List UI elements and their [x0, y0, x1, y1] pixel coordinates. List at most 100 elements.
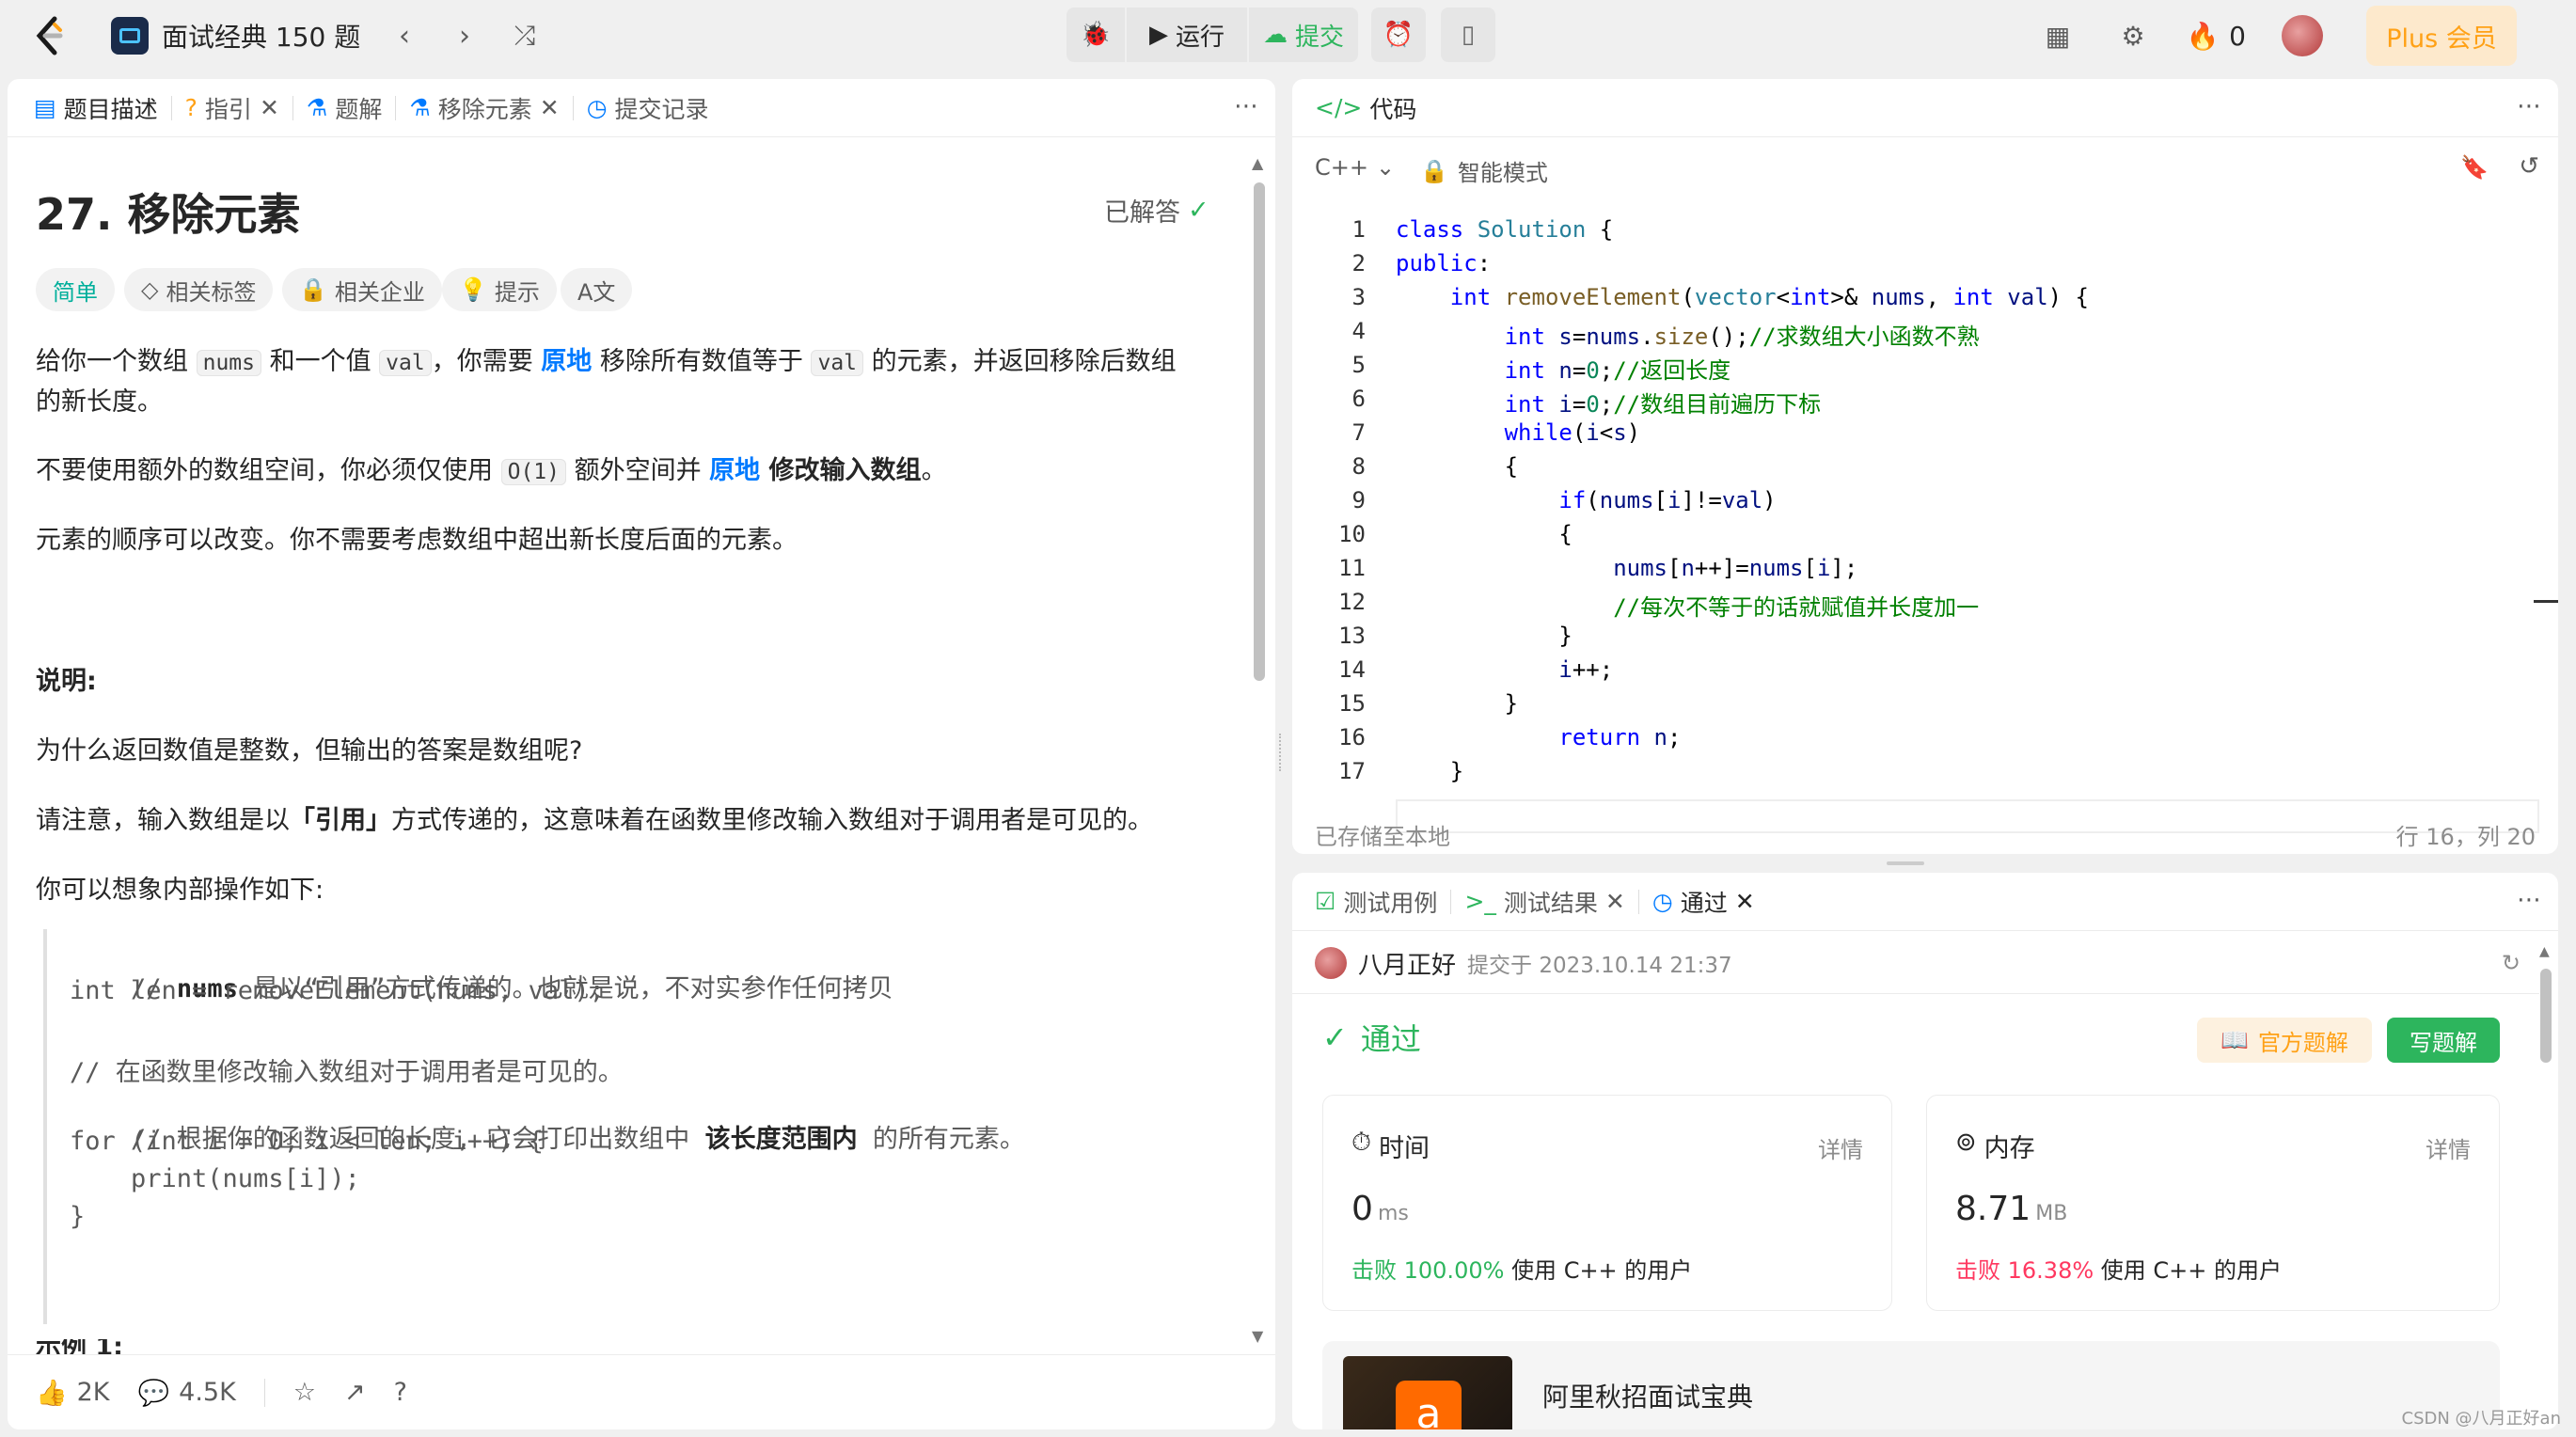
scrollbar-track[interactable]: ▲ ▼ [1249, 154, 1268, 1345]
code-line: int removeElement(vector<int>& nums, int… [1449, 284, 2090, 310]
prev-problem-icon[interactable]: ‹ [386, 17, 423, 55]
code-line: //每次不等于的话就赋值并长度加一 [1613, 594, 1980, 621]
code-line: } [1396, 623, 1572, 649]
close-icon[interactable]: ✕ [260, 94, 279, 121]
description-icon: ▤ [34, 94, 56, 121]
write-solution-button[interactable]: 写题解 [2387, 1018, 2500, 1063]
difficulty-badge[interactable]: 简单 [36, 268, 115, 311]
refresh-icon[interactable]: ↻ [2502, 950, 2521, 976]
tab-submissions[interactable]: ◷ 提交记录 [574, 79, 722, 137]
tag-icon: ◇ [141, 276, 159, 303]
tab-code[interactable]: </> 代码 [1302, 79, 1430, 137]
submit-label: 提交 [1294, 23, 1344, 52]
play-icon: ▶ [1148, 21, 1168, 49]
tab-testcases[interactable]: ☑ 测试用例 [1302, 873, 1450, 931]
layout-icon[interactable]: ▦ [2039, 17, 2077, 55]
panel-resize-handle[interactable] [1279, 734, 1287, 771]
settings-gear-icon[interactable]: ⚙ [2114, 17, 2152, 55]
translate-button[interactable]: A文 [561, 268, 633, 311]
example-heading: 示例 1: [36, 1339, 123, 1354]
promo-card[interactable]: a 阿里秋招面试宝典 [1322, 1341, 2500, 1429]
smart-mode-toggle[interactable]: 🔒 智能模式 [1420, 154, 1548, 187]
code-line: class Solution { [1396, 216, 1614, 243]
detail-link[interactable]: 详情 [2426, 1131, 2471, 1164]
debug-button[interactable]: 🐞 [1067, 8, 1125, 62]
more-icon[interactable]: ⋯ [2517, 886, 2541, 914]
scroll-up-icon[interactable]: ▲ [2539, 944, 2550, 959]
minimap-marker [2534, 600, 2558, 603]
study-plan-title[interactable]: 面试经典 150 题 [162, 17, 360, 55]
streak-fire-icon[interactable]: 🔥 [2184, 17, 2221, 55]
line-number: 8 [1351, 453, 1366, 480]
star-icon[interactable]: ☆ [293, 1378, 316, 1407]
code-icon: </> [1315, 94, 1363, 121]
bookmark-icon[interactable]: 🔖 [2460, 154, 2489, 181]
tab-test-result[interactable]: >_ 测试结果 ✕ [1451, 873, 1637, 931]
result-scrollbar[interactable]: ▲ [2537, 944, 2554, 1424]
memory-card[interactable]: ⊚ 内存 详情 8.71 MB 击败 16.38% 使用 C++ 的用户 [1926, 1095, 2500, 1311]
comments-button[interactable]: 💬 4.5K [138, 1378, 236, 1408]
related-tags-button[interactable]: ◇ 相关标签 [124, 268, 274, 311]
tab-solutions[interactable]: ⚗ 题解 [293, 79, 395, 137]
submitter-row: 八月正好 提交于 2023.10.14 21:37 ↻ [1315, 944, 2521, 982]
hint-button[interactable]: 💡 提示 [442, 268, 557, 311]
detail-link[interactable]: 详情 [1818, 1131, 1863, 1164]
more-icon[interactable]: ⋯ [1234, 92, 1258, 120]
official-solution-button[interactable]: 📖 官方题解 [2197, 1018, 2372, 1063]
line-number: 11 [1338, 555, 1366, 581]
code-tab-bar: </> 代码 ⋯ [1292, 79, 2558, 137]
avatar[interactable] [2282, 15, 2323, 56]
memory-beats: 击败 16.38% 使用 C++ 的用户 [1955, 1257, 2283, 1284]
like-button[interactable]: 👍 2K [36, 1378, 110, 1408]
avatar[interactable] [1315, 947, 1347, 979]
close-icon[interactable]: ✕ [540, 94, 560, 121]
more-icon[interactable]: ⋯ [2517, 92, 2541, 120]
notes-icon[interactable]: ▯ [1441, 8, 1495, 62]
code-line: int i=0;//数组目前遍历下标 [1504, 391, 1822, 418]
line-number: 1 [1351, 216, 1366, 243]
code-line: } [1396, 758, 1464, 784]
tab-solution-detail[interactable]: ⚗ 移除元素 ✕ [396, 79, 572, 137]
shuffle-icon[interactable]: ⤮ [506, 17, 544, 55]
alarm-clock-icon[interactable]: ⏰ [1371, 8, 1426, 62]
tab-description[interactable]: ▤ 题目描述 [21, 79, 171, 137]
run-button[interactable]: ▶ 运行 [1127, 8, 1247, 62]
language-select[interactable]: C++ ⌄ [1315, 154, 1395, 181]
clock-icon: ⏱ [1351, 1128, 1372, 1157]
leetcode-logo[interactable] [26, 9, 71, 62]
lightbulb-icon: 💡 [459, 276, 487, 303]
study-plan-icon[interactable] [111, 17, 149, 55]
submit-button[interactable]: ☁ 提交 [1249, 8, 1358, 62]
problem-tab-bar: ▤ 题目描述 ? 指引 ✕ ⚗ 题解 ⚗ 移除元素 ✕ ◷ 提交记录 ⋯ [8, 79, 1275, 137]
tab-guide[interactable]: ? 指引 ✕ [172, 79, 292, 137]
help-icon[interactable]: ? [394, 1378, 407, 1407]
runtime-card[interactable]: ⏱ 时间 详情 0 ms 击败 100.00% 使用 C++ 的用户 [1322, 1095, 1892, 1311]
share-icon[interactable]: ↗ [344, 1378, 366, 1407]
panel-resize-handle[interactable] [1887, 861, 1924, 865]
plus-member-button[interactable]: Plus 会员 [2366, 6, 2517, 66]
quote-line-7: } [70, 1202, 86, 1231]
current-line-highlight [1396, 799, 2539, 833]
note-title: 说明: [36, 667, 97, 696]
guide-icon: ? [184, 94, 198, 121]
check-circle-icon: ✓ [1188, 196, 1209, 225]
scrollbar-thumb[interactable] [2540, 969, 2552, 1063]
flask-icon: ⚗ [306, 94, 328, 121]
streak-count: 0 [2229, 20, 2246, 52]
checkbox-icon: ☑ [1315, 888, 1336, 915]
code-line: return n; [1558, 724, 1682, 750]
description-paragraph-3: 元素的顺序可以改变。你不需要考虑数组中超出新长度后面的元素。 [36, 526, 798, 555]
close-icon[interactable]: ✕ [1605, 888, 1625, 915]
scroll-down-icon[interactable]: ▼ [1252, 1327, 1263, 1345]
scroll-up-icon[interactable]: ▲ [1252, 154, 1263, 172]
next-problem-icon[interactable]: › [446, 17, 483, 55]
line-number: 15 [1338, 690, 1366, 717]
submitter-name[interactable]: 八月正好 [1358, 946, 1456, 981]
close-icon[interactable]: ✕ [1735, 888, 1755, 915]
related-companies-button[interactable]: 🔒 相关企业 [282, 268, 442, 311]
reset-icon[interactable]: ↺ [2519, 152, 2539, 181]
scrollbar-thumb[interactable] [1254, 182, 1265, 681]
code-line: } [1396, 690, 1519, 717]
tab-accepted[interactable]: ◷ 通过 ✕ [1639, 873, 1768, 931]
upload-cloud-icon: ☁ [1262, 21, 1288, 49]
